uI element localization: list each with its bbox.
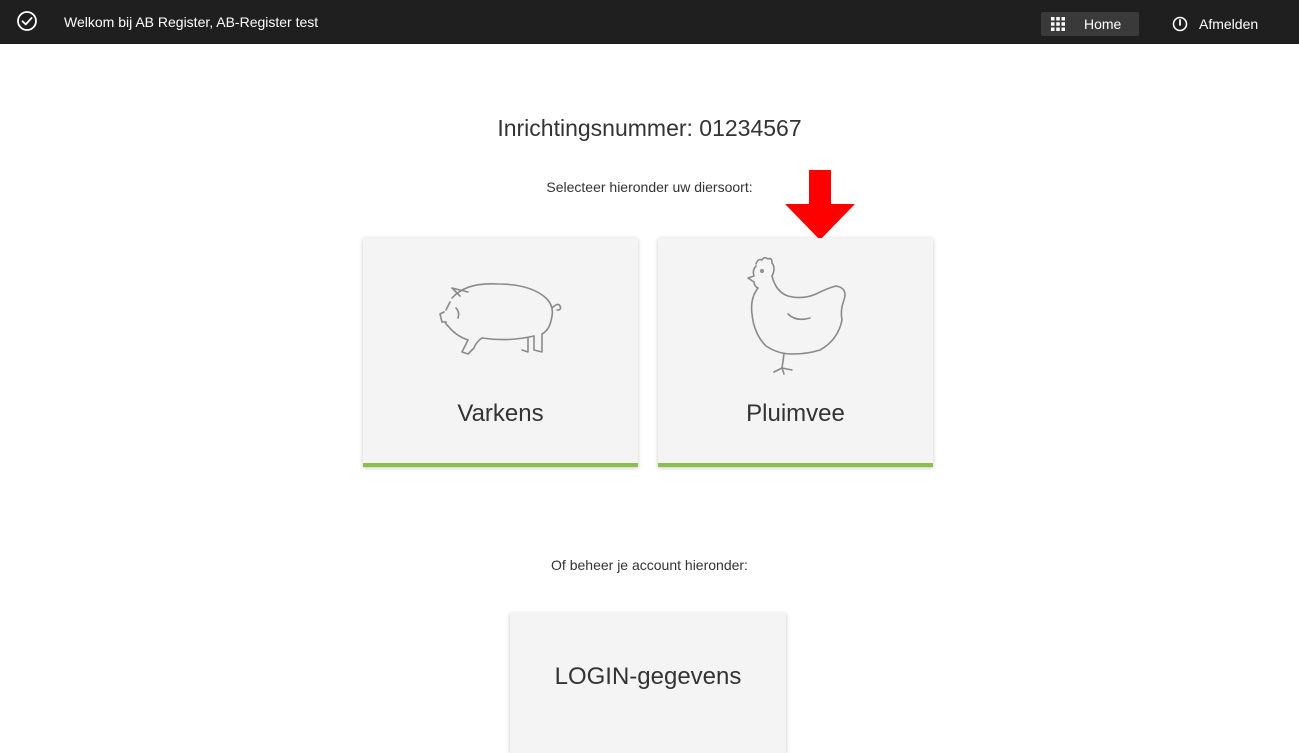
page-title: Inrichtingsnummer: 01234567	[497, 115, 802, 141]
card-varkens[interactable]: Varkens	[363, 238, 638, 467]
top-bar: Welkom bij AB Register, AB-Register test…	[0, 0, 1299, 44]
account-prompt: Of beheer je account hieronder:	[551, 557, 748, 573]
pig-icon	[439, 282, 562, 355]
apps-grid-icon	[1051, 17, 1065, 31]
select-animal-prompt: Selecteer hieronder uw diersoort:	[546, 179, 753, 195]
welcome-text: Welkom bij AB Register, AB-Register test	[64, 14, 319, 30]
card-pluimvee-label: Pluimvee	[746, 400, 845, 427]
card-login-gegevens[interactable]: LOGIN-gegevens	[510, 613, 786, 753]
home-button-label: Home	[1084, 16, 1122, 32]
power-icon	[1172, 16, 1188, 32]
chicken-icon	[747, 256, 846, 375]
logout-button-label: Afmelden	[1199, 16, 1259, 32]
red-arrow-icon	[785, 170, 855, 240]
check-circle-icon	[17, 11, 37, 31]
logout-button[interactable]: Afmelden	[1164, 12, 1284, 36]
home-button[interactable]: Home	[1041, 12, 1139, 36]
card-pluimvee[interactable]: Pluimvee	[658, 238, 933, 467]
card-varkens-label: Varkens	[457, 400, 544, 427]
card-login-label: LOGIN-gegevens	[554, 663, 742, 690]
